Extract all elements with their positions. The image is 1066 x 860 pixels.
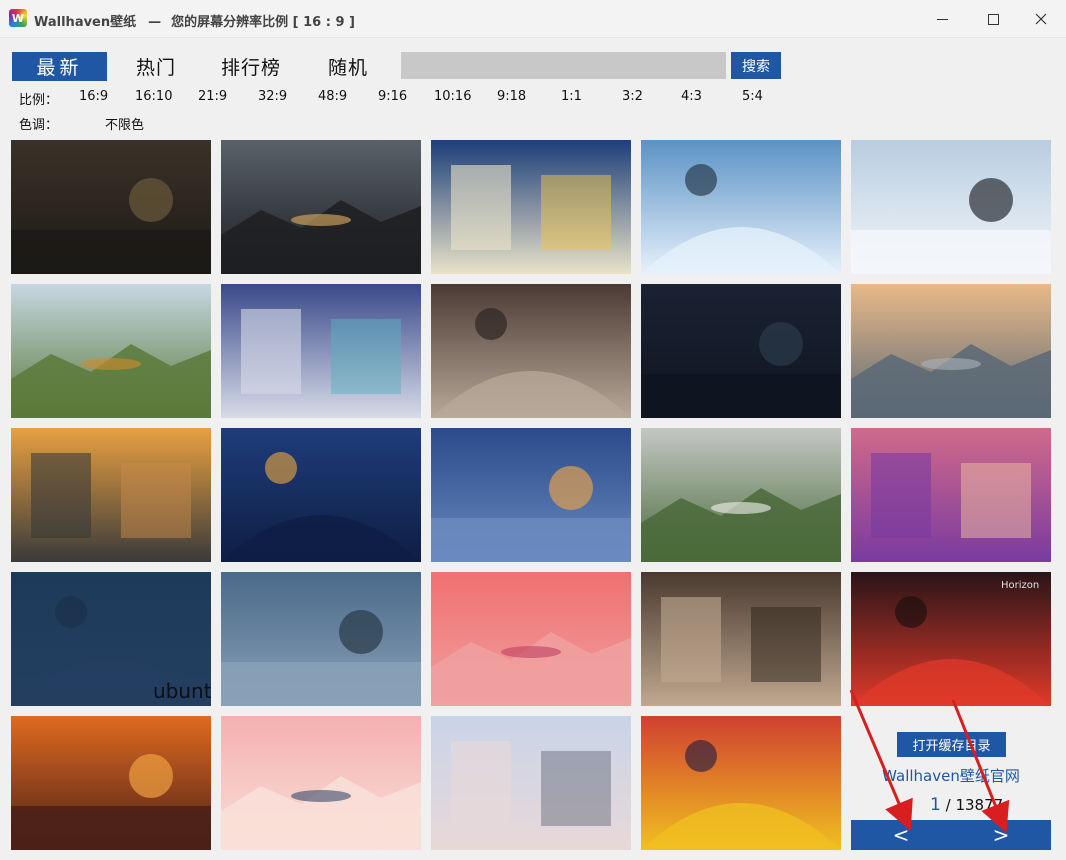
thumbnail-image [641, 140, 841, 274]
svg-text:Horizon: Horizon [1001, 580, 1039, 591]
ratio-option[interactable]: 32:9 [258, 89, 287, 104]
wallpaper-thumbnail-car-snow-road[interactable] [851, 140, 1051, 274]
wallpaper-thumbnail-anime-girls-collage[interactable] [221, 284, 421, 418]
ratio-option[interactable]: 21:9 [198, 89, 227, 104]
thumbnail-image [851, 428, 1051, 562]
thumbnail-image [851, 140, 1051, 274]
thumbnail-image [431, 140, 631, 274]
close-icon [1035, 13, 1047, 25]
wallpaper-thumbnail-game-character-girl[interactable] [641, 572, 841, 706]
thumbnail-image [221, 428, 421, 562]
tab-hot[interactable]: 热门 [118, 52, 194, 81]
page-separator: / [945, 796, 951, 814]
minimize-icon [936, 18, 948, 20]
maximize-button[interactable] [969, 0, 1017, 38]
thumbnail-image [221, 572, 421, 706]
thumbnail-image [641, 428, 841, 562]
title-subtitle: 您的屏幕分辨率比例 [ 16 : 9 ] [171, 15, 355, 30]
ratio-option[interactable]: 10:16 [434, 89, 471, 104]
thumbnail-image [431, 716, 631, 850]
thumbnail-image [221, 140, 421, 274]
close-button[interactable] [1017, 0, 1065, 38]
thumbnail-image [11, 284, 211, 418]
wallpaper-thumbnail-anime-girl-pink-hair[interactable] [221, 716, 421, 850]
chevron-right-icon: > [992, 823, 1010, 847]
tab-ranking[interactable]: 排行榜 [210, 52, 292, 81]
page-indicator: 1 / 13877 [930, 795, 1003, 815]
total-pages: 13877 [955, 796, 1004, 814]
tab-latest[interactable]: 最新 [12, 52, 107, 81]
wallpaper-thumbnail-sunset-lake-town[interactable] [11, 428, 211, 562]
thumbnail-image [221, 716, 421, 850]
wallpaper-thumbnail-night-lake-mountains[interactable] [641, 284, 841, 418]
ratio-option[interactable]: 48:9 [318, 89, 347, 104]
window-title: Wallhaven壁纸 — 您的屏幕分辨率比例 [ 16 : 9 ] [34, 11, 355, 30]
ratio-option[interactable]: 4:3 [681, 89, 702, 104]
ratio-option[interactable]: 16:10 [135, 89, 172, 104]
wallpaper-thumbnail-sunset-clouds-forest[interactable] [221, 140, 421, 274]
open-cache-folder-button[interactable]: 打开缓存目录 [897, 732, 1006, 757]
wallpaper-thumbnail-lake-boat-mountains[interactable] [851, 284, 1051, 418]
current-page: 1 [930, 795, 941, 815]
wallpaper-thumbnail-wind-turbines-field[interactable] [641, 428, 841, 562]
thumbnail-image [641, 716, 841, 850]
thumbnail-image: ubuntu [11, 572, 211, 706]
thumbnail-image [11, 140, 211, 274]
search-button[interactable]: 搜索 [731, 52, 781, 79]
wallpaper-thumbnail-comic-heroine-flying[interactable] [431, 572, 631, 706]
minimize-button[interactable] [918, 0, 966, 38]
chevron-left-icon: < [892, 823, 910, 847]
ratio-option[interactable]: 5:4 [742, 89, 763, 104]
wallpaper-thumbnail-dusk-lake-castle[interactable] [431, 428, 631, 562]
thumbnail-image [431, 572, 631, 706]
maximize-icon [987, 13, 999, 25]
wallpaper-thumbnail-portrait-purple-hair[interactable] [851, 428, 1051, 562]
wallpaper-thumbnail-horizon-game-night-fire[interactable]: Horizon [851, 572, 1051, 706]
app-name: Wallhaven壁纸 [34, 15, 137, 30]
thumbnail-image [11, 428, 211, 562]
title-bar: W Wallhaven壁纸 — 您的屏幕分辨率比例 [ 16 : 9 ] [0, 0, 1066, 38]
prev-page-button[interactable]: < [851, 820, 951, 850]
ratio-option[interactable]: 9:16 [378, 89, 407, 104]
wallpaper-thumbnail-comic-characters-group[interactable] [641, 716, 841, 850]
thumbnail-image: Horizon [851, 572, 1051, 706]
wallpaper-thumbnail-car-snow-forest[interactable] [641, 140, 841, 274]
wallpaper-thumbnail-street-lamps-birds[interactable] [431, 716, 631, 850]
svg-text:ubuntu: ubuntu [153, 679, 211, 703]
thumbnail-image [641, 284, 841, 418]
ratio-option[interactable]: 1:1 [561, 89, 582, 104]
official-site-link[interactable]: Wallhaven壁纸官网 [868, 765, 1034, 785]
wallpaper-thumbnail-great-wave-starry-night[interactable] [431, 140, 631, 274]
wallpaper-thumbnail-anime-characters-dark[interactable] [11, 140, 211, 274]
ratio-label: 比例： [19, 93, 59, 108]
app-icon: W [9, 9, 27, 27]
thumbnail-image [431, 428, 631, 562]
color-label: 色调： [19, 118, 59, 133]
ratio-option[interactable]: 9:18 [497, 89, 526, 104]
thumbnail-image [221, 284, 421, 418]
next-page-button[interactable]: > [951, 820, 1051, 850]
wallpaper-thumbnail-sky-clouds-sea[interactable] [221, 572, 421, 706]
thumbnail-image [431, 284, 631, 418]
tab-random[interactable]: 随机 [310, 52, 386, 81]
title-separator: — [148, 15, 162, 30]
wallpaper-thumbnail-movie-photo-collage[interactable] [431, 284, 631, 418]
thumbnail-image [11, 716, 211, 850]
thumbnail-image [851, 284, 1051, 418]
wallpaper-thumbnail-night-harbor-lights[interactable] [221, 428, 421, 562]
thumbnail-image [641, 572, 841, 706]
ratio-option[interactable]: 3:2 [622, 89, 643, 104]
search-input[interactable] [401, 52, 726, 79]
wallpaper-thumbnail-ubuntu-wallpaper[interactable]: ubuntu [11, 572, 211, 706]
color-option-any[interactable]: 不限色 [105, 114, 144, 133]
wallpaper-thumbnail-warrior-flames[interactable] [11, 716, 211, 850]
wallpaper-thumbnail-car-autumn-road[interactable] [11, 284, 211, 418]
ratio-option[interactable]: 16:9 [79, 89, 108, 104]
